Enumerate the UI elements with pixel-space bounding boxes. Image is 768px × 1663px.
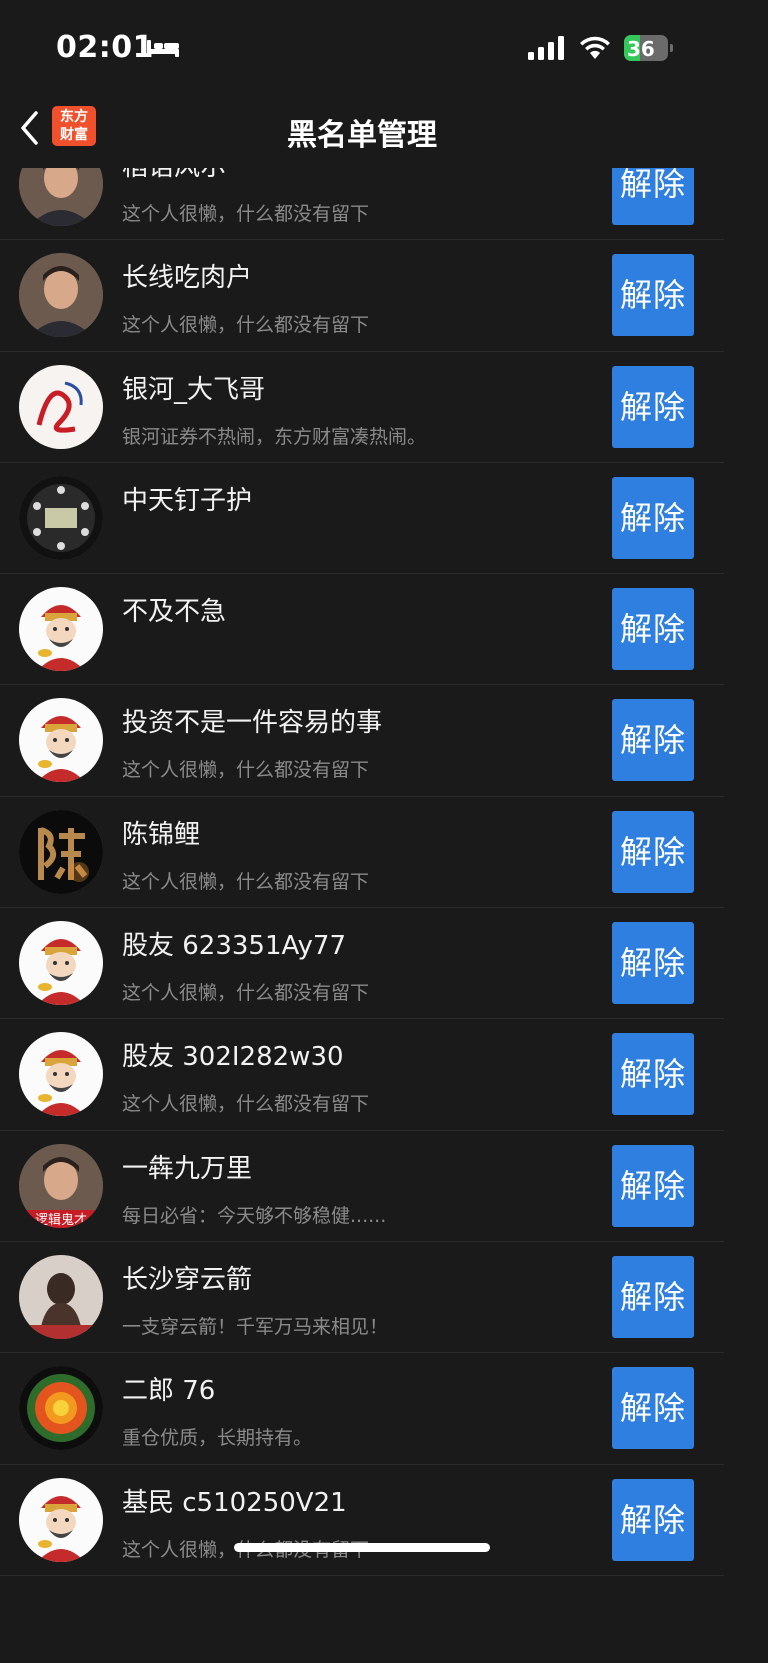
user-signature: 银河证券不热闹，东方财富凑热闹。 <box>122 425 427 448</box>
unblock-button[interactable]: 解除 <box>612 365 694 448</box>
user-name: 银河_大飞哥 <box>122 374 266 405</box>
user-name: 陈锦鲤 <box>122 819 201 850</box>
user-name: 长线吃肉户 <box>122 263 253 294</box>
avatar[interactable] <box>19 364 103 449</box>
unblock-button[interactable]: 解除 <box>612 810 694 893</box>
list-item[interactable]: 陈锦鲤这个人很懒，什么都没有留下 解除 <box>0 797 724 909</box>
cartoon-wealth-god-avatar <box>19 698 103 783</box>
unblock-button[interactable]: 解除 <box>612 1255 694 1338</box>
user-signature: 这个人很懒，什么都没有留下 <box>122 870 370 893</box>
unblock-button[interactable]: 解除 <box>612 254 694 337</box>
avatar[interactable] <box>19 587 103 672</box>
svg-text:逻辑鬼才: 逻辑鬼才 <box>35 1212 87 1228</box>
avatar[interactable] <box>19 1032 103 1117</box>
user-name: 中天钉子护 <box>122 485 253 516</box>
unblock-button[interactable]: 解除 <box>612 1478 694 1561</box>
list-item[interactable]: 长沙穿云箭一支穿云箭！千军万马来相见！ 解除 <box>0 1242 724 1354</box>
chen-character-avatar <box>19 809 103 894</box>
battery-icon: 36 <box>624 35 674 61</box>
list-item[interactable]: 二郎 76 重仓优质，长期持有。 解除 <box>0 1353 724 1465</box>
person-avatar <box>19 253 103 338</box>
unblock-button[interactable]: 解除 <box>612 588 694 671</box>
user-signature: 每日必省：今天够不够稳健...... <box>122 1204 387 1227</box>
avatar[interactable] <box>19 1254 103 1339</box>
sleep-focus-icon <box>147 40 179 57</box>
user-signature: 一支穿云箭！千军万马来相见！ <box>122 1315 389 1338</box>
calligraphy-avatar <box>19 364 103 449</box>
flower-avatar <box>19 1366 103 1451</box>
cellular-signal-icon <box>528 36 564 60</box>
avatar[interactable] <box>19 1366 103 1451</box>
user-name: 股友 302I282w30 <box>122 1042 344 1073</box>
cartoon-wealth-god-avatar <box>19 1032 103 1117</box>
user-signature: 这个人很懒，什么都没有留下 <box>122 1093 370 1116</box>
user-name: 不及不急 <box>122 597 227 628</box>
unblock-button[interactable]: 解除 <box>612 476 694 559</box>
avatar[interactable] <box>19 253 103 338</box>
avatar[interactable] <box>19 809 103 894</box>
avatar[interactable] <box>19 475 103 560</box>
nav-bar: 东方 财富 黑名单管理 <box>0 96 724 168</box>
user-signature: 重仓优质，长期持有。 <box>122 1427 313 1450</box>
list-item[interactable]: 逻辑鬼才 一犇九万里每日必省：今天够不够稳健...... 解除 <box>0 1131 724 1242</box>
list-item[interactable]: 中天钉子护 解除 <box>0 463 724 575</box>
blocklist: 稻语风尔这个人很懒，什么都没有留下解除长线吃肉户这个人很懒，什么都没有留下解除银… <box>0 129 724 1576</box>
list-item[interactable]: 银河_大飞哥银河证券不热闹，东方财富凑热闹。 解除 <box>0 352 724 463</box>
list-item[interactable]: 基民 c510250V21这个人很懒，什么都没有留下解除 <box>0 1465 724 1576</box>
avatar[interactable]: 逻辑鬼才 <box>19 1143 103 1228</box>
list-item[interactable]: 投资不是一件容易的事这个人很懒，什么都没有留下 解除 <box>0 685 724 797</box>
cartoon-wealth-god-avatar <box>19 587 103 672</box>
user-name: 二郎 76 <box>122 1376 216 1407</box>
unblock-button[interactable]: 解除 <box>612 1033 694 1116</box>
status-time: 02:01 <box>56 30 154 65</box>
avatar[interactable] <box>19 921 103 1006</box>
list-item[interactable]: 不及不急 解除 <box>0 574 724 686</box>
cartoon-wealth-god-avatar <box>19 921 103 1006</box>
battery-percent: 36 <box>627 37 655 61</box>
unblock-button[interactable]: 解除 <box>612 1144 694 1227</box>
list-item[interactable]: 股友 302I282w30 这个人很懒，什么都没有留下 解除 <box>0 1019 724 1131</box>
list-item[interactable]: 长线吃肉户这个人很懒，什么都没有留下 解除 <box>0 240 724 352</box>
user-name: 长沙穿云箭 <box>122 1264 253 1295</box>
person-avatar: 逻辑鬼才 <box>19 1143 103 1228</box>
user-name: 一犇九万里 <box>122 1153 253 1184</box>
user-name: 基民 c510250V21 <box>122 1487 347 1518</box>
unblock-button[interactable]: 解除 <box>612 699 694 782</box>
avatar[interactable] <box>19 698 103 783</box>
unblock-button[interactable]: 解除 <box>612 1367 694 1450</box>
user-signature: 这个人很懒，什么都没有留下 <box>122 203 370 225</box>
user-signature: 这个人很懒，什么都没有留下 <box>122 982 370 1005</box>
user-signature: 这个人很懒，什么都没有留下 <box>122 314 370 337</box>
device-avatar <box>19 475 103 560</box>
status-bar: 02:01 36 <box>0 0 724 96</box>
list-item[interactable]: 股友 623351Ay77 这个人很懒，什么都没有留下 解除 <box>0 908 724 1020</box>
user-name: 投资不是一件容易的事 <box>122 708 383 739</box>
user-signature: 这个人很懒，什么都没有留下 <box>122 759 370 782</box>
unblock-button[interactable]: 解除 <box>612 922 694 1005</box>
wifi-icon <box>580 36 610 59</box>
user-name: 股友 623351Ay77 <box>122 931 347 962</box>
page-title: 黑名单管理 <box>287 118 437 153</box>
statue-avatar <box>19 1254 103 1339</box>
avatar[interactable] <box>19 1477 103 1562</box>
cartoon-wealth-god-avatar <box>19 1477 103 1562</box>
home-indicator[interactable] <box>234 1543 490 1552</box>
